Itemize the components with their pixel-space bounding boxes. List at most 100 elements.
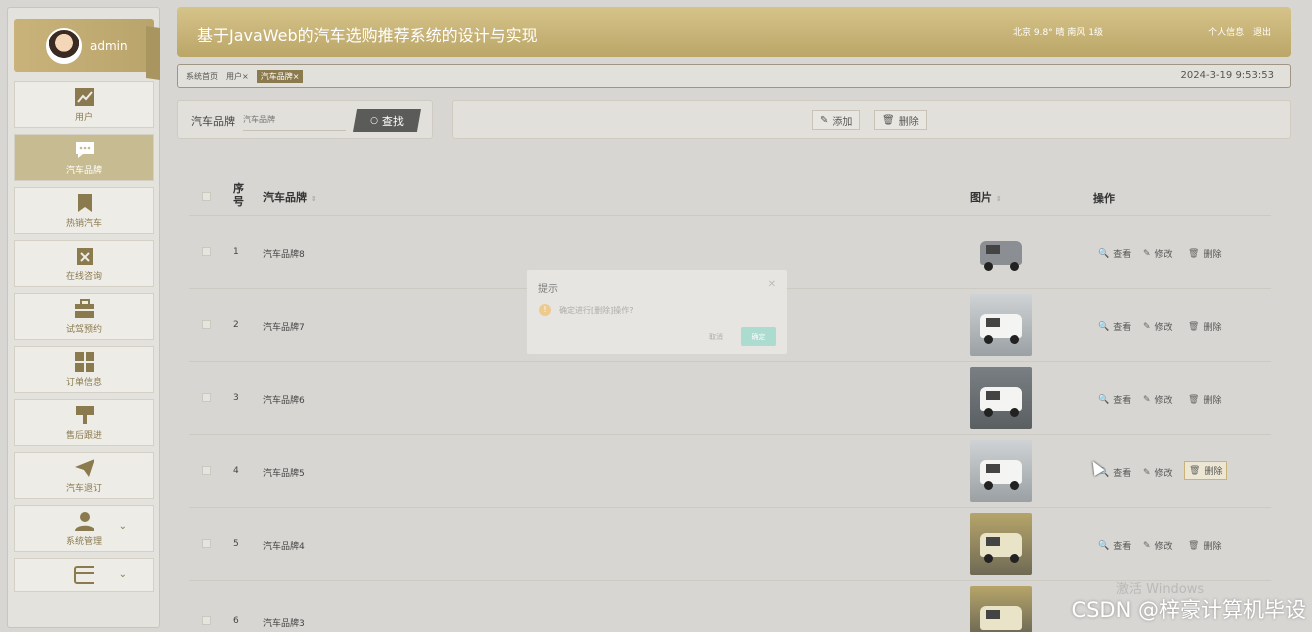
chevron-down-icon: ⌄ — [118, 521, 127, 532]
tab-home[interactable]: 系统首页 — [186, 71, 218, 82]
table-row: 4 汽车品牌5 🔍 查看 ✎ 修改 🗑 删除 — [189, 434, 1271, 507]
card-icon — [74, 565, 94, 585]
brush-icon — [74, 405, 94, 425]
car-image[interactable] — [970, 513, 1032, 575]
top-header: 基于JavaWeb的汽车选购推荐系统的设计与实现 北京 9.8° 晴 南风 1级… — [177, 7, 1291, 57]
row-brand: 汽车品牌5 — [263, 469, 305, 479]
row-brand: 汽车品牌4 — [263, 542, 305, 552]
header-image[interactable]: 图片 ⇕ — [970, 189, 1002, 205]
delete-button[interactable]: 🗑 删除 — [1188, 320, 1221, 334]
briefcase-icon — [74, 298, 94, 319]
delete-button[interactable]: 🗑 删除 — [1188, 539, 1221, 553]
select-all-checkbox[interactable] — [202, 192, 211, 201]
warning-icon: ! — [539, 304, 551, 316]
header-brand[interactable]: 汽车品牌 ⇕ — [263, 189, 317, 205]
row-brand: 汽车品牌7 — [263, 323, 305, 333]
tab-car-brands[interactable]: 汽车品牌× — [256, 69, 304, 83]
chevron-down-icon: ⌄ — [118, 569, 127, 580]
row-index: 2 — [233, 320, 239, 330]
sidebar-item-more[interactable]: ⌄ — [14, 558, 154, 592]
trash-icon: 🗑 — [882, 114, 895, 126]
row-checkbox[interactable] — [202, 320, 211, 329]
add-button[interactable]: ✎ 添加 — [812, 110, 861, 130]
car-image[interactable] — [970, 367, 1032, 429]
csdn-watermark: CSDN @梓豪计算机毕设 — [1071, 598, 1306, 622]
weather-info: 北京 9.8° 晴 南风 1级 — [1013, 28, 1103, 38]
delete-button[interactable]: 🗑 删除 — [1188, 247, 1221, 261]
sidebar-item-test-drive[interactable]: 试驾预约 — [14, 293, 154, 340]
pencil-icon: ✎ — [1143, 248, 1151, 259]
profile-link[interactable]: 个人信息 — [1208, 28, 1244, 38]
search-input[interactable] — [243, 109, 346, 131]
user-box[interactable]: admin — [14, 19, 160, 80]
edit-button[interactable]: ✎ 修改 — [1143, 466, 1173, 480]
sidebar-item-users[interactable]: 用户 — [14, 81, 154, 128]
search-icon: 🔍 — [1098, 540, 1110, 551]
sidebar-item-unsubscribe[interactable]: 汽车退订 — [14, 452, 154, 499]
search-icon: 🔍 — [1098, 248, 1110, 259]
edit-button[interactable]: ✎ 修改 — [1143, 320, 1173, 334]
search-icon: ○ — [370, 115, 378, 126]
row-index: 3 — [233, 393, 239, 403]
sidebar-item-hot-cars[interactable]: 热销汽车 — [14, 187, 154, 234]
action-panel: ✎ 添加 🗑 删除 — [452, 100, 1291, 139]
trash-icon: 🗑 — [1188, 248, 1200, 259]
car-image[interactable] — [970, 440, 1032, 502]
pencil-icon: ✎ — [820, 114, 829, 126]
person-icon — [74, 511, 94, 531]
sidebar-item-after-sales[interactable]: 售后跟进 — [14, 399, 154, 446]
table-row: 3 汽车品牌6 🔍 查看 ✎ 修改 🗑 删除 — [189, 361, 1271, 434]
view-button[interactable]: 🔍 查看 — [1098, 247, 1131, 261]
trash-icon: 🗑 — [1189, 465, 1201, 476]
breadcrumb-tabs: 系统首页 用户× 汽车品牌× 2024-3-19 9:53:53 — [177, 64, 1291, 88]
row-brand: 汽车品牌6 — [263, 396, 305, 406]
tab-users[interactable]: 用户× — [226, 71, 249, 82]
view-button[interactable]: 🔍 查看 — [1098, 539, 1131, 553]
header-links: 个人信息 退出 — [1202, 25, 1271, 38]
sidebar-item-consult[interactable]: 在线咨询 — [14, 240, 154, 287]
delete-button[interactable]: 🗑 删除 — [1184, 461, 1228, 480]
car-image[interactable] — [970, 586, 1032, 632]
search-icon: 🔍 — [1098, 321, 1110, 332]
row-index: 6 — [233, 616, 239, 626]
car-image[interactable] — [970, 221, 1032, 283]
edit-button[interactable]: ✎ 修改 — [1143, 539, 1173, 553]
edit-button[interactable]: ✎ 修改 — [1143, 247, 1173, 261]
trash-icon: 🗑 — [1188, 321, 1200, 332]
sidebar-item-car-brands[interactable]: 汽车品牌 — [14, 134, 154, 181]
table-row: 5 汽车品牌4 🔍 查看 ✎ 修改 🗑 删除 — [189, 507, 1271, 580]
row-checkbox[interactable] — [202, 393, 211, 402]
username: admin — [90, 38, 128, 53]
sidebar-item-system[interactable]: 系统管理 ⌄ — [14, 505, 154, 552]
pencil-icon: ✎ — [1143, 467, 1151, 478]
view-button[interactable]: 🔍 查看 — [1098, 393, 1131, 407]
view-button[interactable]: 🔍 查看 — [1098, 320, 1131, 334]
row-checkbox[interactable] — [202, 539, 211, 548]
row-checkbox[interactable] — [202, 466, 211, 475]
search-button[interactable]: ○ 查找 — [353, 109, 421, 132]
cancel-button[interactable]: 取消 — [709, 332, 723, 342]
close-icon[interactable]: ✕ — [768, 279, 776, 290]
paper-plane-icon — [74, 458, 94, 478]
trash-icon: 🗑 — [1188, 540, 1200, 551]
pencil-icon: ✎ — [1143, 394, 1151, 405]
row-checkbox[interactable] — [202, 616, 211, 625]
confirm-dialog: 提示 ✕ ! 确定进行[删除]操作? 取消 确定 — [527, 270, 787, 354]
pencil-icon: ✎ — [1143, 321, 1151, 332]
delete-button[interactable]: 🗑 删除 — [1188, 393, 1221, 407]
row-index: 5 — [233, 539, 239, 549]
sidebar-item-orders[interactable]: 订单信息 — [14, 346, 154, 393]
search-icon: 🔍 — [1098, 394, 1110, 405]
batch-delete-button[interactable]: 🗑 删除 — [874, 110, 927, 130]
row-brand: 汽车品牌3 — [263, 619, 305, 629]
sidebar: admin 用户 汽车品牌 热销汽车 在线咨询 试驾预约 订单信息 售后跟进 汽… — [7, 7, 160, 628]
header-index: 序号 — [233, 182, 244, 208]
car-image[interactable] — [970, 294, 1032, 356]
row-brand: 汽车品牌8 — [263, 250, 305, 260]
row-checkbox[interactable] — [202, 247, 211, 256]
grid-icon — [74, 351, 94, 372]
edit-button[interactable]: ✎ 修改 — [1143, 393, 1173, 407]
confirm-button[interactable]: 确定 — [741, 327, 776, 346]
header-ops: 操作 — [1093, 192, 1115, 205]
logout-link[interactable]: 退出 — [1253, 28, 1271, 38]
